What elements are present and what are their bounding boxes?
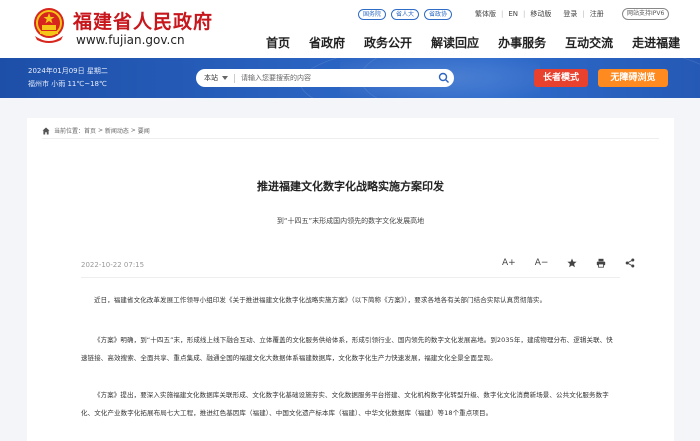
search-scope-select[interactable]: 本站 <box>204 73 228 83</box>
link-english[interactable]: EN <box>508 10 518 18</box>
article-card: 当前位置： 首页 > 新闻动态 > 要闻 推进福建文化数字化战略实施方案印发 到… <box>27 118 674 441</box>
article-title: 推进福建文化数字化战略实施方案印发 <box>257 180 444 193</box>
ipv6-badge: 网站支持IPV6 <box>622 8 670 20</box>
caret-down-icon <box>222 76 228 80</box>
article-paragraph: 《方案》提出，要深入实施福建文化数据库关联形成、文化数字化基础设施夯实、文化数据… <box>81 391 609 417</box>
favorite-button[interactable] <box>567 258 578 268</box>
elder-mode-button[interactable]: 长者模式 <box>534 69 588 87</box>
breadcrumb: 当前位置： 首页 > 新闻动态 > 要闻 <box>42 126 150 135</box>
accessible-browse-button[interactable]: 无障碍浏览 <box>598 69 668 87</box>
search-input[interactable] <box>241 74 421 82</box>
home-icon <box>42 127 50 134</box>
font-increase-button[interactable]: A+ <box>502 258 516 268</box>
article-paragraph: 《方案》明确，到“十四五”末，形成线上线下融合互动、立体覆盖的文化服务供给体系，… <box>81 336 613 362</box>
link-mobile[interactable]: 移动版 <box>530 9 551 19</box>
weather-info: 福州市 小雨 11℃~18℃ <box>28 80 107 88</box>
link-login[interactable]: 登录 <box>563 9 577 19</box>
search-banner: 2024年01月09日 星期二 福州市 小雨 11℃~18℃ 本站 长者模式 无… <box>0 58 700 98</box>
nav-public-affairs[interactable]: 政务公开 <box>364 34 412 51</box>
site-title[interactable]: 福建省人民政府 <box>73 7 213 34</box>
main-nav: 首页 省政府 政务公开 解读回应 办事服务 互动交流 走进福建 <box>266 34 680 51</box>
nav-home[interactable]: 首页 <box>266 34 290 51</box>
breadcrumb-separator: > <box>128 127 138 134</box>
nav-about-fujian[interactable]: 走进福建 <box>632 34 680 51</box>
publish-date: 2022-10-22 07:15 <box>81 261 145 269</box>
font-decrease-button[interactable]: A− <box>535 258 549 268</box>
print-icon <box>597 258 606 268</box>
link-traditional[interactable]: 繁体版 <box>475 9 496 19</box>
breadcrumb-label: 当前位置： <box>54 128 85 135</box>
divider: | <box>582 10 585 18</box>
share-icon <box>626 258 635 268</box>
current-date: 2024年01月09日 星期二 <box>28 67 108 75</box>
search-scope-label: 本站 <box>204 74 218 82</box>
divider <box>42 138 659 139</box>
link-provincial-cppcc[interactable]: 省政协 <box>424 8 453 20</box>
site-header: 福建省人民政府 www.fujian.gov.cn 国务院 省人大 省政协 繁体… <box>0 0 700 58</box>
article-paragraph: 近日，福建省文化改革发展工作领导小组印发《关于推进福建文化数字化战略实施方案》（… <box>94 296 547 304</box>
search-icon[interactable] <box>438 72 450 84</box>
divider <box>234 73 235 83</box>
utility-links: 繁体版 | EN | 移动版 登录 | 注册 <box>475 8 604 20</box>
breadcrumb-news[interactable]: 新闻动态 <box>105 126 129 135</box>
breadcrumb-separator: > <box>96 127 105 134</box>
print-button[interactable] <box>596 258 606 268</box>
national-emblem-icon[interactable] <box>31 6 67 44</box>
divider <box>81 277 620 278</box>
divider: | <box>501 10 504 18</box>
nav-services[interactable]: 办事服务 <box>498 34 546 51</box>
star-icon <box>567 258 578 268</box>
top-links: 国务院 省人大 省政协 <box>358 8 457 20</box>
link-provincial-npc[interactable]: 省人大 <box>391 8 420 20</box>
nav-interaction[interactable]: 互动交流 <box>565 34 613 51</box>
nav-interpretation[interactable]: 解读回应 <box>431 34 479 51</box>
nav-government[interactable]: 省政府 <box>309 34 345 51</box>
breadcrumb-headlines[interactable]: 要闻 <box>138 126 150 135</box>
article-subtitle: 到“十四五”末形成国内领先的数字文化发展高地 <box>276 217 425 225</box>
link-register[interactable]: 注册 <box>590 9 604 19</box>
search-box: 本站 <box>196 69 454 87</box>
site-url[interactable]: www.fujian.gov.cn <box>76 33 185 47</box>
share-button[interactable] <box>625 258 635 268</box>
article-tools: A+ A− <box>502 258 635 268</box>
link-state-council[interactable]: 国务院 <box>358 8 387 20</box>
divider: | <box>523 10 526 18</box>
breadcrumb-home[interactable]: 首页 <box>84 126 96 135</box>
